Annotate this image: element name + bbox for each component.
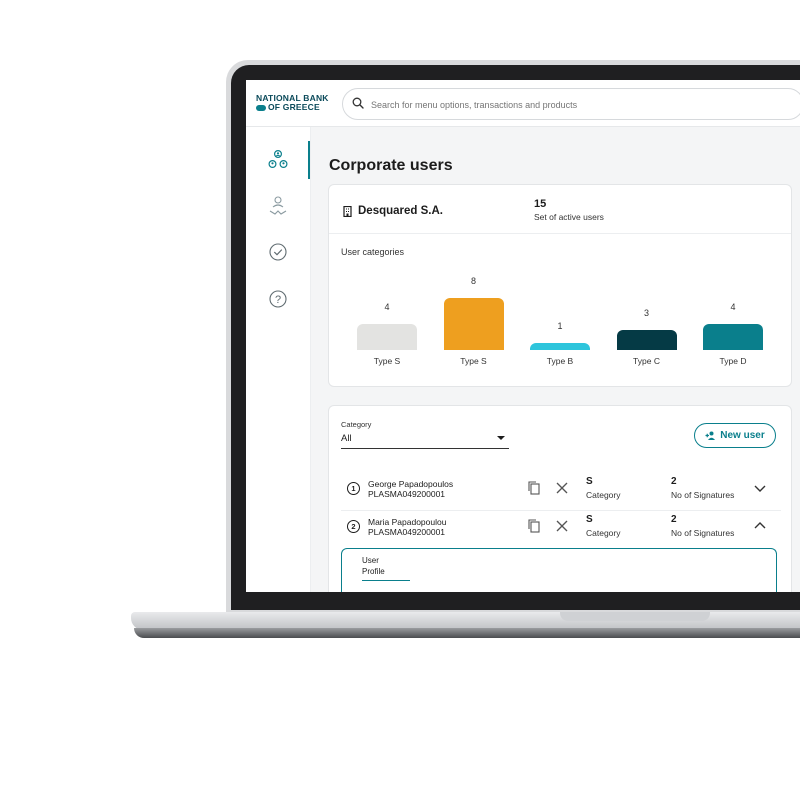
caret-down-icon [497,436,505,440]
divider [329,233,791,234]
close-icon[interactable] [555,519,569,533]
tab-user-profile-line2: Profile [362,567,385,576]
user-name: Maria Papadopoulou [368,517,447,527]
category-filter-value: All [341,433,352,444]
check-circle-icon [269,243,287,261]
user-approval-icon [269,196,287,215]
chart-value-label: 8 [470,276,476,286]
chart-value-label: 4 [384,302,390,312]
active-users-label: Set of active users [534,212,604,222]
chart-category-label: Type S [373,356,401,366]
copy-icon[interactable] [527,519,541,533]
svg-text:?: ? [275,294,281,306]
user-details-panel: User Profile [341,548,777,592]
app-screen: NATIONAL BANK OF GREECE Search for menu … [246,80,800,592]
summary-card: Desquared S.A. 15 Set of active users Us… [328,184,792,387]
user-index: 2 [347,520,360,533]
laptop-notch [560,612,710,621]
user-categories-chart: 4 Type S 8 Type S 1 Type B 3 Type C 4 Type D [349,270,769,375]
sidebar-item-help[interactable]: ? [266,287,290,311]
search-icon [352,97,364,109]
building-icon [343,205,352,217]
user-signatures-value: 2 [671,514,677,525]
sidebar-item-tasks[interactable] [266,240,290,264]
tab-user-profile-line1: User [362,556,379,565]
categories-title: User categories [341,247,405,257]
sidebar-item-approvals[interactable] [266,194,290,218]
user-id: PLASMA049200001 [368,489,446,499]
chart-bar [357,324,417,350]
user-category-label: Category [586,490,621,500]
search-input[interactable] [369,95,793,115]
search-bar[interactable] [342,88,800,120]
user-signatures-label: No of Signatures [671,528,735,538]
bank-logo[interactable]: NATIONAL BANK OF GREECE [256,94,329,112]
chart-value-label: 3 [643,308,649,318]
category-filter-label: Category [341,420,372,429]
sidebar-active-indicator [308,141,310,179]
user-row[interactable]: 1 George Papadopoulos PLASMA049200001 S … [341,474,781,511]
new-user-label: New user [720,430,765,441]
chart-value-label: 1 [557,321,563,331]
top-bar: NATIONAL BANK OF GREECE [246,80,800,127]
laptop-base-edge [134,628,800,638]
users-card: Category All New user 1 George Papadopou… [328,405,792,592]
chart-bar [530,343,590,350]
user-row[interactable]: 2 Maria Papadopoulou PLASMA049200001 S C… [341,512,781,548]
add-user-icon [705,431,716,440]
users-group-icon [268,149,288,169]
user-name: George Papadopoulos [368,479,454,489]
user-signatures-value: 2 [671,476,677,487]
company-name-text: Desquared S.A. [358,205,443,217]
close-icon[interactable] [555,481,569,495]
logo-mark-icon [256,104,266,111]
sidebar-item-users[interactable] [266,148,290,172]
user-signatures-label: No of Signatures [671,490,735,500]
logo-line-2: OF GREECE [268,102,320,112]
chart-category-label: Type D [719,356,747,366]
chart-value-label: 4 [730,302,736,312]
chart-category-label: Type C [633,356,660,366]
sidebar: ? [246,127,311,592]
chart-bar [616,330,677,350]
user-category-value: S [586,514,593,525]
chevron-down-icon[interactable] [753,481,767,495]
page-title: Corporate users [329,157,453,174]
tab-user-profile[interactable]: User Profile [362,555,410,581]
category-filter-select[interactable]: All [341,430,509,449]
chevron-up-icon[interactable] [753,519,767,533]
help-icon: ? [269,290,287,308]
active-users-count: 15 [534,198,547,210]
chart-bar [443,298,504,350]
copy-icon[interactable] [527,481,541,495]
user-id: PLASMA049200001 [368,527,446,537]
chart-category-label: Type B [546,356,574,366]
user-category-value: S [586,476,593,487]
company-name: Desquared S.A. [343,205,443,217]
chart-bar [703,324,763,350]
chart-category-label: Type S [460,356,487,366]
user-category-label: Category [586,528,621,538]
main-content: Corporate users Desquared S.A. 15 Set of… [311,127,800,592]
user-index: 1 [347,482,360,495]
new-user-button[interactable]: New user [694,423,776,448]
